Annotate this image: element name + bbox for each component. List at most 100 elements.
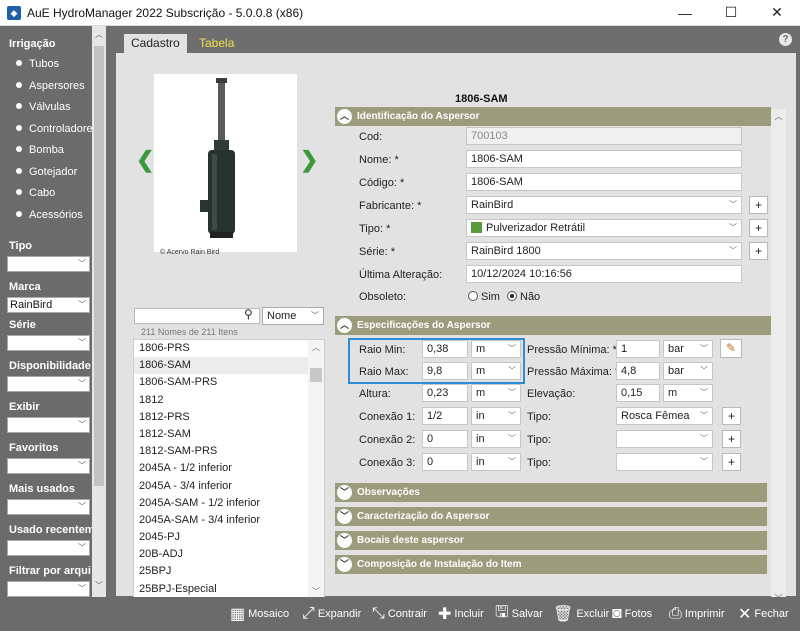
mosaico-button[interactable]: ▦ Mosaico — [230, 597, 289, 631]
sidebar-item-tubos[interactable]: Tubos — [0, 54, 92, 76]
incluir-button[interactable]: ✚ Incluir — [438, 597, 484, 631]
section-identificacao[interactable]: ︿ Identificação do Aspersor — [335, 107, 771, 126]
serie-select[interactable]: RainBird 1800 ﹀ — [466, 242, 742, 260]
exibir-filter-select[interactable]: ﹀ — [7, 417, 90, 433]
add-fabricante-button[interactable]: + — [749, 196, 768, 214]
pressure-tool-icon[interactable]: ✎ — [720, 339, 742, 358]
expandir-button[interactable]: ⤢ Expandir — [302, 597, 361, 631]
next-image-icon[interactable]: ❯ — [300, 147, 318, 173]
imprimir-button[interactable]: ⎙ Imprimir — [669, 597, 725, 631]
minimize-button[interactable]: — — [662, 0, 708, 26]
product-list[interactable]: 1806-PRS 1806-SAM 1806-SAM-PRS 1812 1812… — [133, 339, 325, 601]
raio-min-unit-select[interactable]: m ﹀ — [471, 340, 521, 358]
alteracao-field[interactable]: 10/12/2024 10:16:56 — [466, 265, 742, 283]
form-scrollbar[interactable]: ︿ ﹀ — [771, 109, 786, 609]
close-window-button[interactable]: ✕ — [754, 0, 800, 26]
conexao2-field[interactable]: 0 — [422, 430, 468, 448]
sidebar-item-bomba[interactable]: Bomba — [0, 140, 92, 162]
elevacao-unit-select[interactable]: m ﹀ — [663, 384, 713, 402]
scroll-up-icon[interactable]: ︿ — [92, 28, 106, 42]
contrair-button[interactable]: ⤡ Contrair — [372, 597, 427, 631]
maximize-button[interactable]: ☐ — [708, 0, 754, 26]
tipo1-select[interactable]: Rosca Fêmea ﹀ — [616, 407, 713, 425]
usado-recentemente-filter-select[interactable]: ﹀ — [7, 540, 90, 556]
list-item[interactable]: 2045A - 1/2 inferior — [134, 460, 309, 477]
list-item[interactable]: 2045A-SAM - 1/2 inferior — [134, 495, 309, 512]
scroll-down-icon[interactable]: ﹀ — [92, 579, 106, 593]
marca-filter-select[interactable]: RainBird ﹀ — [7, 297, 90, 313]
list-item[interactable]: 2045-PJ — [134, 529, 309, 546]
pressao-min-field[interactable]: 1 — [616, 340, 660, 358]
elevacao-field[interactable]: 0,15 — [616, 384, 660, 402]
nome-field[interactable]: 1806-SAM — [466, 150, 742, 168]
search-icon[interactable]: ⚲ — [244, 307, 253, 321]
section-especificacoes[interactable]: ︿ Especificações do Aspersor — [335, 316, 771, 335]
scroll-up-icon[interactable]: ︿ — [308, 342, 324, 353]
section-observacoes[interactable]: ﹀ Observações — [335, 483, 767, 502]
list-item[interactable]: 25BPJ — [134, 563, 309, 580]
chevron-down-icon[interactable]: ﹀ — [337, 557, 352, 572]
raio-max-field[interactable]: 9,8 — [422, 362, 468, 380]
salvar-button[interactable]: 🖫 Salvar — [495, 597, 543, 631]
list-search-input[interactable] — [134, 308, 260, 324]
list-item[interactable]: 1806-PRS — [134, 340, 309, 357]
list-item[interactable]: 1812-PRS — [134, 409, 309, 426]
filtrar-arquivo-filter-select[interactable]: ﹀ — [7, 581, 90, 597]
add-serie-button[interactable]: + — [749, 242, 768, 260]
pressao-max-unit-select[interactable]: bar ﹀ — [663, 362, 713, 380]
chevron-up-icon[interactable]: ︿ — [337, 318, 352, 333]
order-select[interactable]: Nome ﹀ — [262, 307, 324, 325]
excluir-button[interactable]: 🗑 Excluir — [553, 597, 609, 631]
mais-usados-filter-select[interactable]: ﹀ — [7, 499, 90, 515]
sidebar-scrollbar[interactable]: ︿ ﹀ — [92, 26, 106, 597]
tipo2-select[interactable]: ﹀ — [616, 430, 713, 448]
obsoleto-nao-radio[interactable]: Não — [507, 291, 540, 303]
chevron-up-icon[interactable]: ︿ — [337, 109, 352, 124]
list-item[interactable]: 2045A - 3/4 inferior — [134, 478, 309, 495]
tipo-filter-select[interactable]: ﹀ — [7, 256, 90, 272]
sidebar-item-valvulas[interactable]: Válvulas — [0, 97, 92, 119]
list-item[interactable]: 25BPJ-Especial — [134, 581, 309, 598]
section-bocais[interactable]: ﹀ Bocais deste aspersor — [335, 531, 767, 550]
disponibilidade-filter-select[interactable]: ﹀ — [7, 376, 90, 392]
fotos-button[interactable]: ◙ Fotos — [612, 597, 652, 631]
add-tipo3-button[interactable]: + — [722, 453, 741, 471]
conexao3-unit-select[interactable]: in ﹀ — [471, 453, 521, 471]
conexao2-unit-select[interactable]: in ﹀ — [471, 430, 521, 448]
help-icon[interactable]: ? — [779, 33, 792, 46]
sidebar-item-cabo[interactable]: Cabo — [0, 183, 92, 205]
pressao-min-unit-select[interactable]: bar ﹀ — [663, 340, 713, 358]
tab-tabela[interactable]: Tabela — [192, 34, 241, 53]
scrollbar-thumb[interactable] — [94, 46, 104, 486]
list-item[interactable]: 1812-SAM-PRS — [134, 443, 309, 460]
add-tipo2-button[interactable]: + — [722, 430, 741, 448]
list-item[interactable]: 1806-SAM-PRS — [134, 374, 309, 391]
altura-field[interactable]: 0,23 — [422, 384, 468, 402]
favoritos-filter-select[interactable]: ﹀ — [7, 458, 90, 474]
raio-min-field[interactable]: 0,38 — [422, 340, 468, 358]
scrollbar-thumb[interactable] — [310, 368, 322, 382]
section-caracterizacao[interactable]: ﹀ Caracterização do Aspersor — [335, 507, 767, 526]
tipo3-select[interactable]: ﹀ — [616, 453, 713, 471]
list-item[interactable]: 1812-SAM — [134, 426, 309, 443]
chevron-down-icon[interactable]: ﹀ — [337, 509, 352, 524]
chevron-down-icon[interactable]: ﹀ — [337, 485, 352, 500]
scroll-down-icon[interactable]: ﹀ — [308, 586, 324, 597]
fabricante-select[interactable]: RainBird ﹀ — [466, 196, 742, 214]
add-tipo1-button[interactable]: + — [722, 407, 741, 425]
codigo-field[interactable]: 1806-SAM — [466, 173, 742, 191]
list-item[interactable]: 1812 — [134, 392, 309, 409]
previous-image-icon[interactable]: ❮ — [136, 147, 154, 173]
altura-unit-select[interactable]: m ﹀ — [471, 384, 521, 402]
sidebar-item-gotejador[interactable]: Gotejador — [0, 162, 92, 184]
conexao3-field[interactable]: 0 — [422, 453, 468, 471]
pressao-max-field[interactable]: 4,8 — [616, 362, 660, 380]
obsoleto-sim-radio[interactable]: Sim — [468, 291, 500, 303]
tab-cadastro[interactable]: Cadastro — [124, 34, 187, 53]
conexao1-field[interactable]: 1/2 — [422, 407, 468, 425]
sidebar-item-aspersores[interactable]: Aspersores — [0, 76, 92, 98]
sidebar-item-controladores[interactable]: Controladores — [0, 119, 92, 141]
add-tipo-button[interactable]: + — [749, 219, 768, 237]
list-scrollbar[interactable]: ︿ ﹀ — [308, 340, 324, 600]
chevron-down-icon[interactable]: ﹀ — [337, 533, 352, 548]
